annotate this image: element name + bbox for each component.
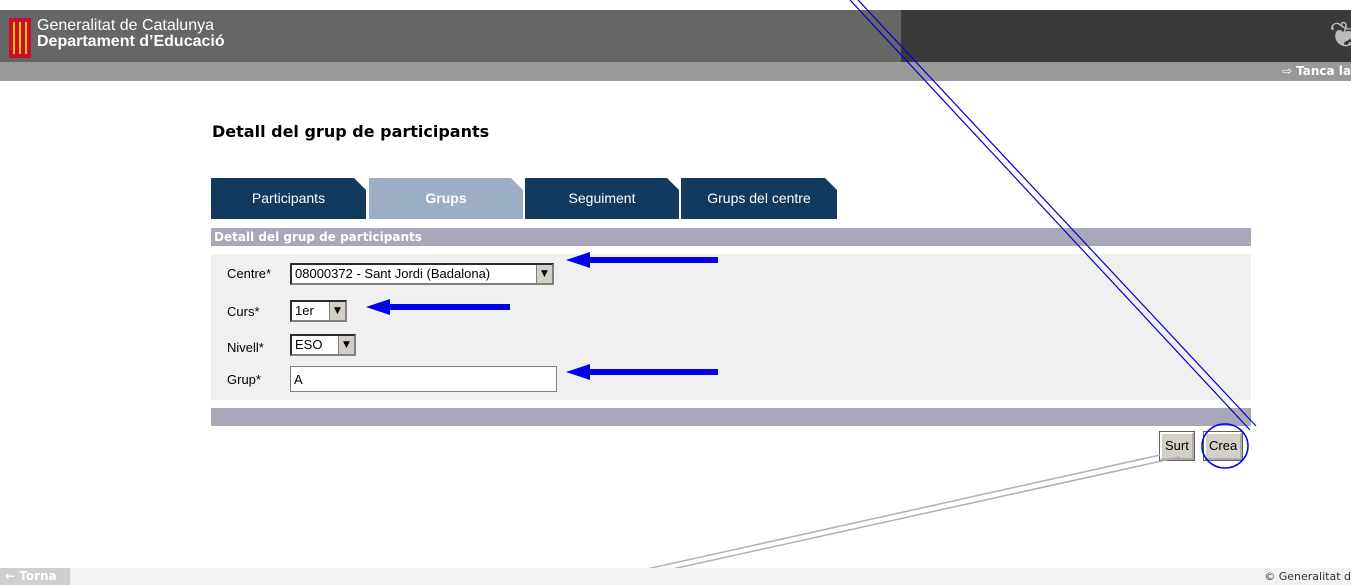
centre-select[interactable]: 08000372 - Sant Jordi (Badalona) ▼ [290,263,554,285]
form-footer-bar [211,408,1251,426]
chevron-down-icon[interactable]: ▼ [329,302,345,320]
grup-label: Grup* [227,372,261,387]
curs-select[interactable]: 1er ▼ [290,300,347,322]
logout-label: Tanca la [1296,64,1351,78]
nivell-value: ESO [295,337,323,352]
nivell-select[interactable]: ESO ▼ [290,334,356,356]
curs-label: Curs* [227,304,260,319]
footer-bar [0,568,1351,585]
annotation-arrow-line [588,257,718,263]
centre-value: 08000372 - Sant Jordi (Badalona) [295,266,491,281]
surt-button[interactable]: Surt [1159,431,1195,461]
form-section-header: Detall del grup de participants [211,228,1251,246]
generalitat-logo-icon [9,18,31,58]
page-title: Detall del grup de participants [212,122,490,141]
annotation-arrow-icon [566,252,590,268]
centre-label: Centre* [227,266,272,281]
seal-icon: ❦ [1329,15,1351,56]
org-name-line2: Departament d’Educació [37,33,225,50]
exit-icon: ⇨ [1282,64,1293,78]
crea-button[interactable]: Crea [1202,431,1244,461]
chevron-down-icon[interactable]: ▼ [536,265,552,283]
tab-grups-del-centre[interactable]: Grups del centre [681,178,837,219]
curs-value: 1er [295,303,314,318]
copyright-text: © Generalitat d [1264,570,1351,583]
annotation-arrow-icon [566,364,590,380]
header-subbar [0,62,1351,81]
annotation-arrow-line [588,369,718,375]
tab-participants[interactable]: Participants [211,178,366,219]
tab-seguiment[interactable]: Seguiment [525,178,679,219]
logout-link[interactable]: ⇨ Tanca la [1282,62,1351,81]
back-link[interactable]: ← Torna [0,568,70,585]
org-name-line1: Generalitat de Catalunya [37,17,214,34]
nivell-label: Nivell* [227,340,264,355]
annotation-arrow-icon [366,299,390,315]
annotation-arrow-line [388,304,510,310]
header-dark-region [901,10,1351,62]
header-bar: Generalitat de Catalunya Departament d’E… [0,10,1351,62]
grup-input[interactable] [290,366,557,392]
tab-grups[interactable]: Grups [369,178,523,219]
chevron-down-icon[interactable]: ▼ [338,336,354,354]
